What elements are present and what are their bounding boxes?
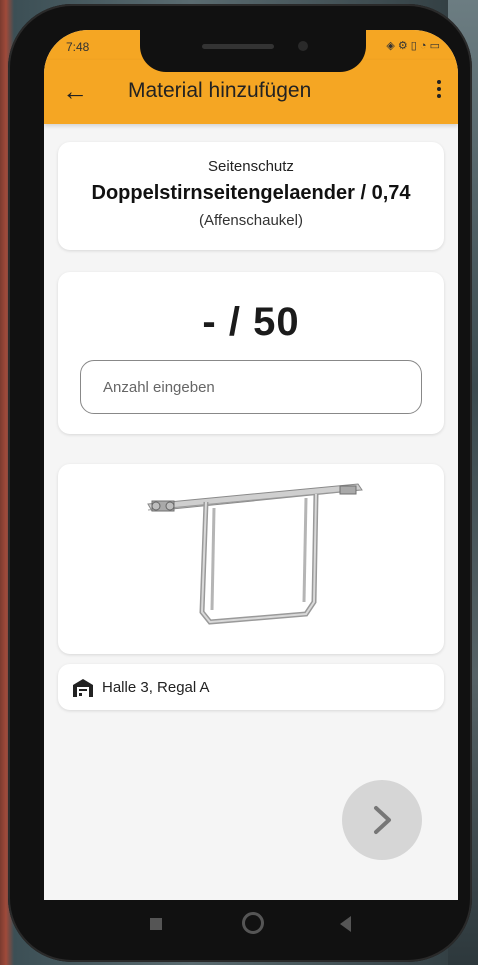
more-vert-icon[interactable]	[436, 77, 442, 105]
storage-location: Halle 3, Regal A	[102, 679, 210, 696]
material-name: Doppelstirnseitengelaender / 0,74	[91, 182, 411, 204]
material-subname: (Affenschaukel)	[199, 212, 303, 229]
camera-notch	[140, 30, 366, 72]
system-back-button[interactable]	[340, 916, 351, 932]
page-title: Material hinzufügen	[128, 79, 312, 102]
quantity-counter: - / 50	[202, 300, 300, 344]
material-image-card	[58, 464, 444, 654]
amount-input[interactable]	[80, 360, 422, 414]
status-icons: ◈ ⚙ ▯ ◔ ▭	[386, 40, 440, 52]
home-button[interactable]	[242, 912, 264, 934]
screen: 7:48 ◈ ⚙ ▯ ◔ ▭ ← Material hinzufügen Sei…	[44, 30, 458, 900]
location-card: Halle 3, Regal A	[58, 664, 444, 710]
back-arrow-icon[interactable]: ←	[62, 76, 88, 106]
material-info-card: Seitenschutz Doppelstirnseitengelaender …	[58, 142, 444, 250]
recent-apps-button[interactable]	[150, 918, 162, 930]
quantity-card: - / 50	[58, 272, 444, 434]
front-camera	[298, 41, 308, 51]
material-category: Seitenschutz	[208, 158, 294, 175]
status-time: 7:48	[66, 40, 90, 54]
speaker-grille	[202, 44, 274, 49]
system-nav-bar	[52, 902, 450, 950]
phone-frame: 7:48 ◈ ⚙ ▯ ◔ ▭ ← Material hinzufügen Sei…	[8, 4, 472, 962]
next-button[interactable]	[342, 780, 422, 860]
warehouse-icon	[73, 679, 93, 697]
chevron-right-icon	[374, 806, 391, 834]
railing-image	[147, 483, 363, 625]
